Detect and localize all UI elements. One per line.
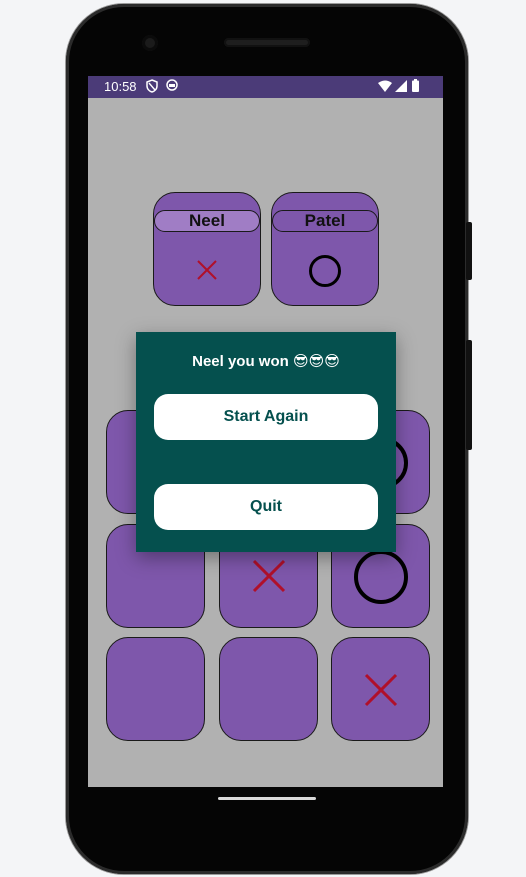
start-again-button[interactable]: Start Again: [154, 394, 378, 440]
status-time: 10:58: [104, 79, 137, 94]
battery-icon: [412, 79, 419, 95]
shield-icon: [146, 79, 158, 96]
x-mark-icon: [252, 559, 286, 593]
player-name-patel: Patel: [272, 210, 378, 232]
quit-button[interactable]: Quit: [154, 484, 378, 530]
volume-button: [466, 340, 472, 450]
app-screen: 10:58 Neel Patel Neel you won 😎😎😎 Start …: [88, 76, 443, 787]
speaker-grille: [224, 38, 310, 47]
power-button: [466, 222, 472, 280]
o-mark-icon: [309, 255, 341, 287]
x-mark-icon: [364, 673, 398, 707]
win-message: Neel you won 😎😎😎: [192, 353, 340, 370]
board-cell-3-2[interactable]: [219, 637, 318, 741]
o-mark-icon: [354, 550, 408, 604]
camera-icon: [142, 35, 158, 51]
player-name-neel: Neel: [154, 210, 260, 232]
player-card-patel: Patel: [271, 192, 379, 306]
player-card-neel: Neel: [153, 192, 261, 306]
home-indicator[interactable]: [218, 797, 316, 800]
win-dialog: Neel you won 😎😎😎 Start Again Quit: [136, 332, 396, 552]
board-cell-3-1[interactable]: [106, 637, 205, 741]
board-cell-3-3[interactable]: [331, 637, 430, 741]
status-bar: 10:58: [88, 76, 443, 98]
face-icon: [166, 79, 178, 94]
signal-icon: [395, 80, 407, 95]
x-mark-icon: [197, 260, 217, 280]
wifi-icon: [378, 80, 392, 95]
